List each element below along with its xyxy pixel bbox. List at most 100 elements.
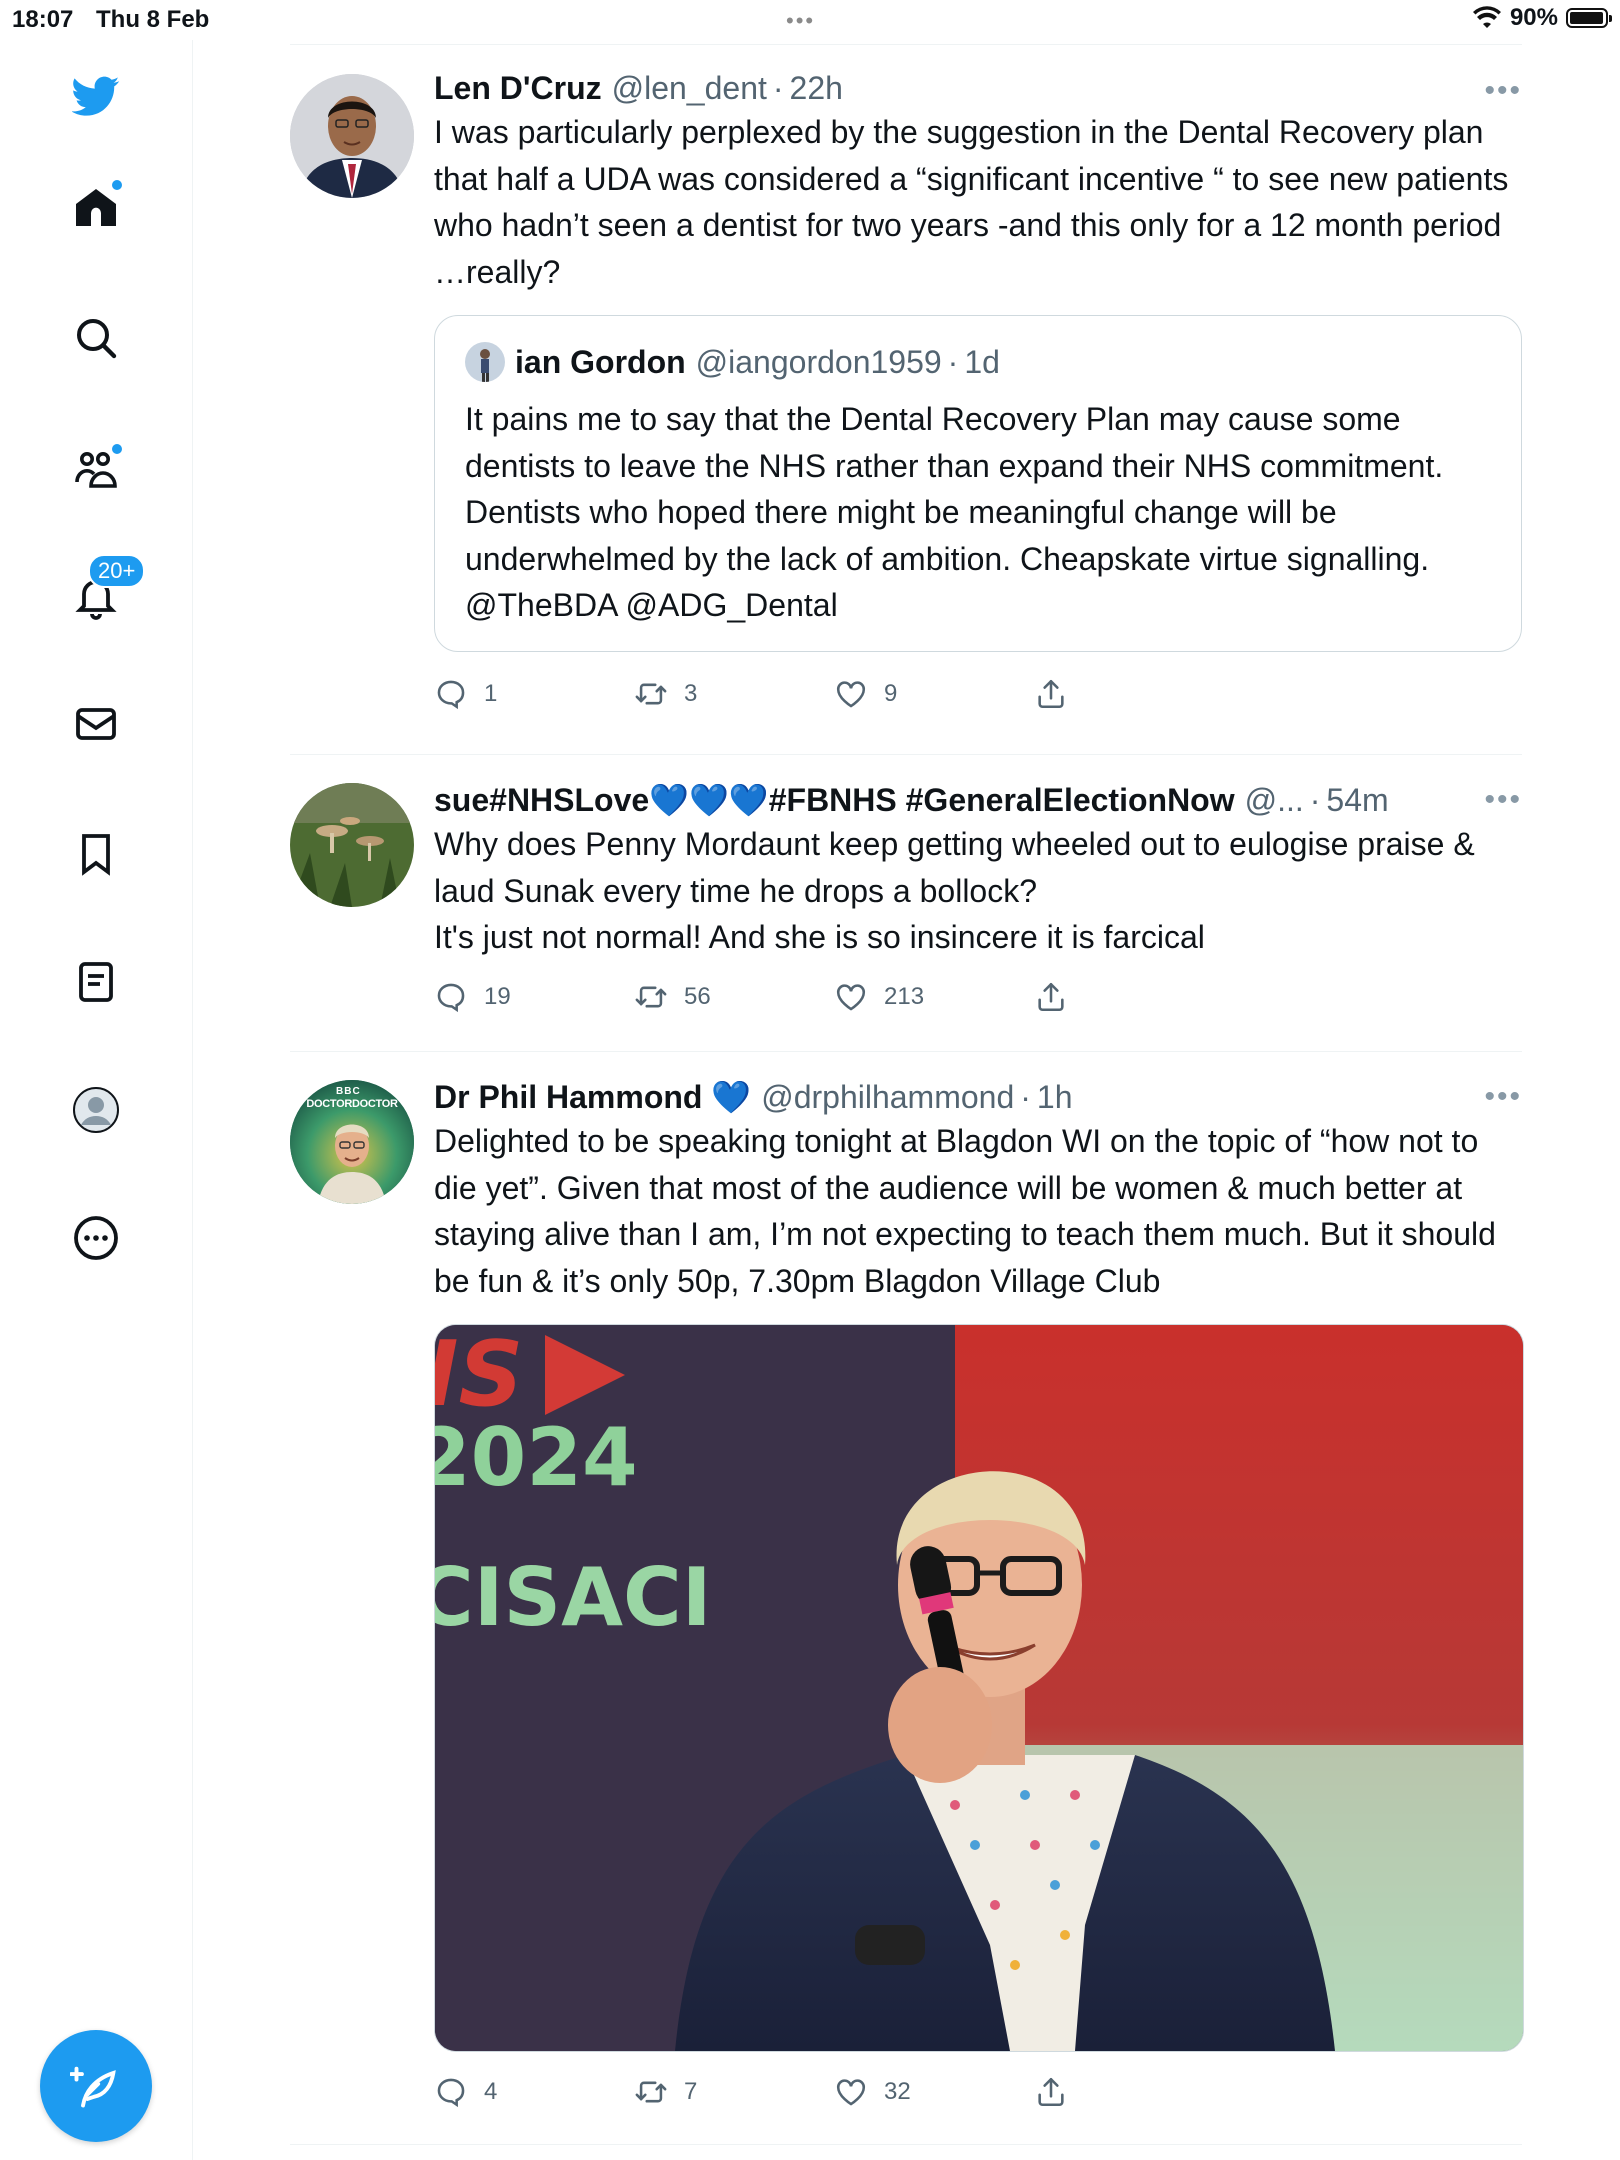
timeline: Len D'Cruz @len_dent · 22h ••• I was par… xyxy=(290,44,1524,2145)
battery-percent: 90% xyxy=(1509,4,1558,31)
more-options-icon[interactable]: ••• xyxy=(1484,783,1522,817)
separator-dot: · xyxy=(1309,781,1321,818)
retweet-count: 56 xyxy=(684,982,711,1010)
retweet-icon xyxy=(635,986,667,1007)
like-button[interactable]: 9 xyxy=(834,677,1034,711)
tweet-body: sue#NHSLove💙💙💙#FBNHS #GeneralElectionNow… xyxy=(434,755,1522,1027)
author-handle[interactable]: @drphilhammond xyxy=(761,1079,1014,1116)
tweet-actions: 1 3 9 xyxy=(434,664,1522,724)
home-unread-dot xyxy=(110,178,124,192)
status-time: 18:07 xyxy=(12,6,74,33)
sidebar: 20+ xyxy=(0,40,193,2160)
photo-sign-text-3: CISACI xyxy=(435,1551,711,1644)
profile-icon[interactable] xyxy=(68,1082,124,1138)
heart-icon xyxy=(836,680,866,708)
tweet-time[interactable]: 22h xyxy=(790,70,843,107)
avatar[interactable] xyxy=(290,74,414,198)
bookmark-icon[interactable] xyxy=(68,826,124,882)
more-options-icon[interactable]: ••• xyxy=(1484,1080,1522,1114)
reply-icon xyxy=(437,983,465,1012)
tweet[interactable]: Len D'Cruz @len_dent · 22h ••• I was par… xyxy=(290,44,1522,755)
avatar[interactable]: BBC DOCTORDOCTOR xyxy=(290,1080,414,1204)
retweet-count: 3 xyxy=(684,679,698,707)
tweet-time[interactable]: 54m xyxy=(1326,782,1388,819)
separator-dot: · xyxy=(772,70,784,106)
status-date: Thu 8 Feb xyxy=(96,6,210,33)
retweet-button[interactable]: 3 xyxy=(634,677,834,711)
tweet-text: I was particularly perplexed by the sugg… xyxy=(434,114,1509,290)
compose-tweet-icon xyxy=(70,2066,116,2108)
tweet-actions: 4 7 32 xyxy=(434,2062,1522,2122)
twitter-bird-icon[interactable] xyxy=(68,68,124,124)
communities-icon[interactable] xyxy=(68,440,124,496)
tweet[interactable]: BBC DOCTORDOCTOR Dr Phil Hammond 💙 @drph… xyxy=(290,1052,1524,2145)
more-options-icon[interactable]: ••• xyxy=(1484,74,1522,108)
mail-icon[interactable] xyxy=(68,696,124,752)
reply-button[interactable]: 1 xyxy=(434,677,634,711)
like-count: 9 xyxy=(884,679,898,707)
like-button[interactable]: 213 xyxy=(834,980,1034,1014)
retweet-button[interactable]: 56 xyxy=(634,980,834,1014)
retweet-icon xyxy=(635,683,667,704)
tweet-actions: 19 56 213 xyxy=(434,967,1522,1027)
tweet-body: Dr Phil Hammond 💙 @drphilhammond · 1h ••… xyxy=(434,1052,1524,2122)
reply-icon xyxy=(437,680,465,709)
lists-icon[interactable] xyxy=(68,954,124,1010)
avatar-brand-text: DOCTORDOCTOR xyxy=(306,1098,398,1110)
author-handle[interactable]: @len_dent xyxy=(612,70,767,107)
battery-icon xyxy=(1566,8,1612,28)
like-count: 213 xyxy=(884,982,925,1010)
author-name[interactable]: sue#NHSLove💙💙💙#FBNHS #GeneralElectionNow xyxy=(434,781,1235,819)
share-icon xyxy=(1038,982,1064,1011)
tweet-body: Len D'Cruz @len_dent · 22h ••• I was par… xyxy=(434,44,1522,724)
reply-button[interactable]: 19 xyxy=(434,980,634,1014)
avatar[interactable] xyxy=(290,783,414,907)
status-bar: 18:07 Thu 8 Feb ••• 90% xyxy=(0,0,1620,40)
share-icon xyxy=(1038,2077,1064,2107)
retweet-count: 7 xyxy=(684,2078,698,2105)
separator-dot: · xyxy=(947,343,959,380)
tweet-text: Delighted to be speaking tonight at Blag… xyxy=(434,1123,1496,1299)
heart-icon xyxy=(836,983,866,1011)
reply-button[interactable]: 4 xyxy=(434,2075,634,2109)
like-count: 32 xyxy=(884,2078,911,2105)
author-handle[interactable]: @... xyxy=(1245,782,1304,819)
quoted-tweet-text: It pains me to say that the Dental Recov… xyxy=(465,401,1444,623)
wifi-icon xyxy=(1472,6,1501,28)
share-button[interactable] xyxy=(1034,2075,1234,2109)
like-button[interactable]: 32 xyxy=(834,2075,1034,2109)
separator-dot: · xyxy=(1020,1078,1031,1115)
quoted-tweet-header: ian Gordon @iangordon1959 · 1d xyxy=(465,342,1493,382)
share-icon xyxy=(1038,679,1064,708)
share-button[interactable] xyxy=(1034,980,1234,1014)
share-button[interactable] xyxy=(1034,677,1234,711)
tweet-text: Why does Penny Mordaunt keep getting whe… xyxy=(434,826,1475,955)
quoted-avatar xyxy=(465,342,505,382)
reply-count: 4 xyxy=(484,2078,498,2105)
compose-tweet-button[interactable] xyxy=(40,2030,152,2142)
tweet-header: Len D'Cruz @len_dent · 22h ••• xyxy=(434,70,1522,107)
notifications-badge: 20+ xyxy=(88,554,146,588)
tweet-header: sue#NHSLove💙💙💙#FBNHS #GeneralElectionNow… xyxy=(434,781,1522,819)
tweet-time[interactable]: 1h xyxy=(1037,1079,1073,1116)
tweet[interactable]: sue#NHSLove💙💙💙#FBNHS #GeneralElectionNow… xyxy=(290,755,1522,1052)
multitasking-dots-icon[interactable]: ••• xyxy=(786,8,815,34)
home-icon[interactable] xyxy=(68,178,124,236)
tweet-photo[interactable]: IS 2024 CISACI xyxy=(434,1324,1524,2052)
author-name[interactable]: Len D'Cruz xyxy=(434,70,602,107)
retweet-button[interactable]: 7 xyxy=(634,2075,834,2109)
reply-count: 19 xyxy=(484,982,511,1010)
quoted-author-handle: @iangordon1959 xyxy=(695,343,942,380)
search-icon[interactable] xyxy=(68,310,124,366)
quoted-tweet-time: 1d xyxy=(964,343,1000,380)
status-right: 90% xyxy=(1472,4,1612,32)
photo-sign-text-2: 2024 xyxy=(435,1411,638,1504)
more-circle-icon[interactable] xyxy=(68,1210,124,1266)
author-name[interactable]: Dr Phil Hammond 💙 xyxy=(434,1078,751,1116)
heart-icon xyxy=(836,2079,866,2106)
reply-count: 1 xyxy=(484,679,498,707)
quoted-tweet[interactable]: ian Gordon @iangordon1959 · 1d It pains … xyxy=(434,315,1522,652)
communities-unread-dot xyxy=(110,442,124,456)
avatar-brand-top: BBC xyxy=(336,1086,361,1097)
reply-icon xyxy=(437,2078,465,2108)
